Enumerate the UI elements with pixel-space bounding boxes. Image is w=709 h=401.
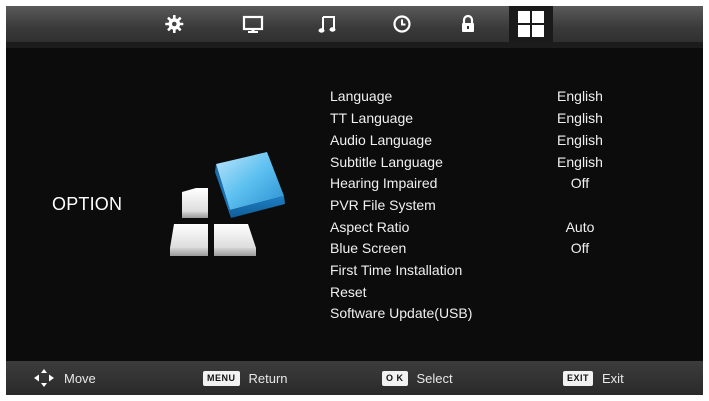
menu-key-badge: MENU [203, 370, 240, 386]
menu-item-label: Software Update(USB) [330, 305, 473, 321]
ok-key-badge: O K [382, 370, 408, 386]
menu-item-value: English [557, 110, 603, 126]
menu-item-label: Subtitle Language [330, 154, 443, 170]
menu-item-value: Auto [565, 219, 595, 235]
option-grid-icon [518, 11, 544, 37]
menu-item-label: Language [330, 88, 393, 104]
page-title: OPTION [52, 194, 123, 214]
menu-item-value: English [557, 88, 603, 104]
menu-item-subtitle-language[interactable]: Subtitle Language English [330, 151, 660, 173]
dpad-arrows-icon [34, 369, 54, 387]
help-move: Move [32, 361, 96, 395]
gear-icon [165, 15, 184, 33]
tv-screen: OPTION Language English TT Language Engl… [6, 6, 703, 395]
menu-item-label: TT Language [330, 110, 414, 126]
top-tab-bar [6, 6, 703, 42]
tab-screen[interactable] [239, 10, 267, 38]
help-select-label: Select [416, 370, 453, 386]
bottom-help-bar: Move MENU Return O K Select EXIT Exit [6, 361, 703, 395]
help-exit-label: Exit [602, 370, 624, 386]
monitor-icon [242, 15, 264, 33]
tab-sound[interactable] [313, 10, 341, 38]
menu-item-label: First Time Installation [330, 262, 463, 278]
menu-item-label: Hearing Impaired [330, 175, 438, 191]
menu-item-tt-language[interactable]: TT Language English [330, 107, 660, 129]
help-move-label: Move [64, 370, 96, 386]
menu-item-label: Blue Screen [330, 240, 407, 256]
menu-item-first-time-installation[interactable]: First Time Installation [330, 259, 660, 281]
menu-item-blue-screen[interactable]: Blue Screen Off [330, 237, 660, 259]
menu-item-reset[interactable]: Reset [330, 281, 660, 303]
menu-item-value: Off [570, 175, 590, 191]
menu-item-label: Audio Language [330, 132, 432, 148]
menu-item-value: English [557, 132, 603, 148]
help-exit: EXIT Exit [563, 361, 624, 395]
music-note-icon [318, 16, 336, 33]
menu-item-value: English [557, 154, 603, 170]
menu-item-audio-language[interactable]: Audio Language English [330, 129, 660, 151]
menu-item-label: PVR File System [330, 197, 436, 213]
menu-item-hearing-impaired[interactable]: Hearing Impaired Off [330, 172, 660, 194]
tab-option[interactable] [517, 9, 545, 39]
tab-picture[interactable] [160, 10, 188, 38]
menu-item-software-update[interactable]: Software Update(USB) [330, 302, 660, 324]
clock-icon [393, 15, 411, 33]
menu-item-label: Reset [330, 284, 367, 300]
menu-item-aspect-ratio[interactable]: Aspect Ratio Auto [330, 216, 660, 238]
tab-time[interactable] [388, 10, 416, 38]
menu-item-language[interactable]: Language English [330, 85, 660, 107]
tab-bar-shadow [6, 42, 703, 48]
menu-item-pvr-file-system[interactable]: PVR File System [330, 194, 660, 216]
menu-item-label: Aspect Ratio [330, 219, 410, 235]
exit-key-badge: EXIT [563, 370, 594, 386]
option-cube-icon [170, 152, 285, 256]
lock-icon [462, 14, 474, 32]
help-select: O K Select [382, 361, 453, 395]
help-return: MENU Return [203, 361, 288, 395]
tab-lock[interactable] [454, 10, 482, 38]
help-return-label: Return [248, 370, 288, 386]
menu-item-value: Off [570, 240, 590, 256]
